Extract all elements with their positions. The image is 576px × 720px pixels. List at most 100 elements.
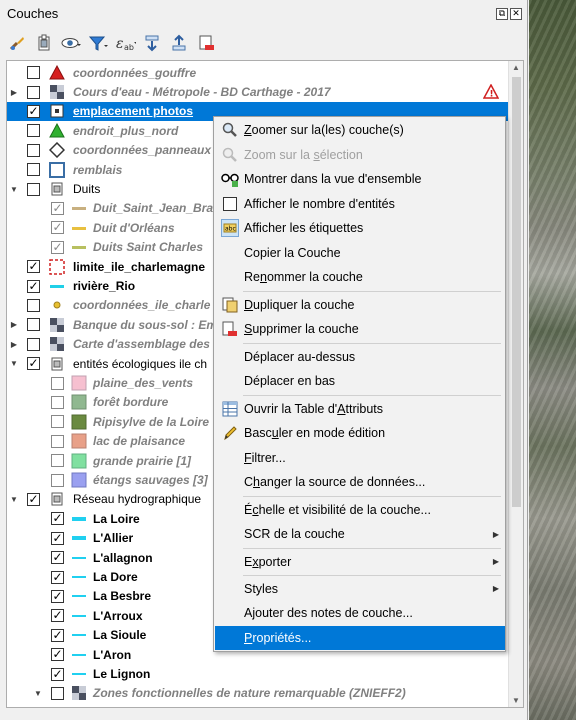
layer-checkbox[interactable] bbox=[51, 686, 64, 700]
layer-checkbox[interactable]: ✓ bbox=[51, 609, 64, 623]
line-cyan-icon bbox=[71, 647, 87, 663]
menu-scale-visibility[interactable]: Échelle et visibilité de la couche... bbox=[215, 498, 505, 523]
collapse-arrow-icon[interactable]: ▼ bbox=[9, 185, 19, 194]
menu-filter[interactable]: Filtrer... bbox=[215, 446, 505, 471]
menu-rename-layer[interactable]: Renommer la couche bbox=[215, 265, 505, 290]
menu-export[interactable]: Exporter ▶ bbox=[215, 550, 505, 575]
menu-open-attribute-table[interactable]: Ouvrir la Table d'Attributs bbox=[215, 397, 505, 422]
layer-checkbox[interactable] bbox=[27, 318, 40, 332]
add-group-icon[interactable] bbox=[33, 32, 55, 54]
layer-row[interactable]: coordonnées_gouffre bbox=[7, 63, 509, 82]
layer-checkbox[interactable]: ✓ bbox=[27, 492, 40, 506]
close-panel-icon[interactable]: ✕ bbox=[510, 8, 522, 20]
filter-expression-icon[interactable]: ε ab bbox=[114, 32, 136, 54]
layer-checkbox[interactable]: ✓ bbox=[51, 551, 64, 565]
menu-layer-crs[interactable]: SCR de la couche ▶ bbox=[215, 522, 505, 547]
menu-zoom-to-layer[interactable]: Zoomer sur la(les) couche(s) bbox=[215, 118, 505, 143]
menu-change-data-source[interactable]: Changer la source de données... bbox=[215, 470, 505, 495]
layer-checkbox[interactable]: ✓ bbox=[51, 667, 64, 681]
menu-copy-layer[interactable]: Copier la Couche bbox=[215, 241, 505, 266]
layer-checkbox[interactable]: ✓ bbox=[51, 221, 64, 235]
layer-checkbox[interactable] bbox=[27, 298, 40, 312]
layer-checkbox[interactable]: ✓ bbox=[51, 201, 64, 215]
menu-styles[interactable]: Styles ▶ bbox=[215, 577, 505, 602]
line-olive-icon bbox=[71, 239, 87, 255]
group-label: Duits bbox=[73, 182, 101, 197]
expand-arrow-icon[interactable]: ▶ bbox=[9, 340, 19, 349]
overview-glasses-icon bbox=[221, 170, 239, 188]
layer-checkbox[interactable]: ✓ bbox=[51, 240, 64, 254]
collapse-arrow-icon[interactable]: ▼ bbox=[33, 689, 43, 698]
layer-checkbox[interactable]: ✓ bbox=[27, 104, 40, 118]
layer-checkbox[interactable] bbox=[27, 337, 40, 351]
layer-checkbox[interactable] bbox=[51, 376, 64, 390]
attribute-table-icon bbox=[221, 400, 239, 418]
point-layer-icon bbox=[49, 103, 65, 119]
layer-row[interactable]: ▼ Zones fonctionnelles de nature remarqu… bbox=[7, 684, 509, 703]
collapse-all-icon[interactable] bbox=[168, 32, 190, 54]
layer-checkbox[interactable] bbox=[51, 434, 64, 448]
layer-checkbox[interactable] bbox=[51, 473, 64, 487]
menu-show-feature-count[interactable]: Afficher le nombre d'entités bbox=[215, 192, 505, 217]
layer-checkbox[interactable] bbox=[27, 143, 40, 157]
layer-checkbox[interactable]: ✓ bbox=[27, 260, 40, 274]
remove-layer-icon[interactable] bbox=[195, 32, 217, 54]
menu-move-up[interactable]: Déplacer au-dessus bbox=[215, 345, 505, 370]
menu-properties[interactable]: Propriétés... bbox=[215, 625, 505, 650]
layer-checkbox[interactable]: ✓ bbox=[51, 648, 64, 662]
expand-arrow-icon[interactable]: ▶ bbox=[9, 88, 19, 97]
warning-icon[interactable]: ! bbox=[483, 84, 499, 100]
style-manager-icon[interactable] bbox=[6, 32, 28, 54]
float-panel-icon[interactable]: ⧉ bbox=[496, 8, 508, 20]
line-cyan-icon bbox=[49, 278, 65, 294]
layer-label: rivière_Rio bbox=[73, 279, 136, 294]
layer-checkbox[interactable]: ✓ bbox=[51, 512, 64, 526]
scroll-down-icon[interactable]: ▼ bbox=[512, 696, 520, 705]
layer-checkbox[interactable] bbox=[27, 66, 40, 80]
menu-add-layer-notes[interactable]: Ajouter des notes de couche... bbox=[215, 601, 505, 626]
menu-move-down[interactable]: Déplacer en bas bbox=[215, 369, 505, 394]
pencil-icon bbox=[221, 424, 239, 442]
layer-row[interactable]: ▶ Cours d'eau - Métropole - BD Carthage … bbox=[7, 82, 509, 101]
menu-zoom-to-selection[interactable]: Zoom sur la sélection bbox=[215, 143, 505, 168]
menu-remove-layer[interactable]: Supprimer la couche bbox=[215, 317, 505, 342]
menu-duplicate-layer[interactable]: Dupliquer la couche bbox=[215, 293, 505, 318]
layer-label: remblais bbox=[73, 162, 123, 177]
layer-checkbox[interactable]: ✓ bbox=[27, 279, 40, 293]
menu-toggle-editing[interactable]: Basculer en mode édition bbox=[215, 421, 505, 446]
layer-label: Carte d'assemblage des bbox=[73, 337, 210, 352]
menu-show-in-overview[interactable]: Montrer dans la vue d'ensemble bbox=[215, 167, 505, 192]
submenu-arrow-icon: ▶ bbox=[492, 557, 499, 567]
map-canvas[interactable] bbox=[529, 0, 576, 720]
scroll-thumb[interactable] bbox=[512, 77, 521, 507]
layer-checkbox[interactable] bbox=[27, 163, 40, 177]
expand-all-icon[interactable] bbox=[141, 32, 163, 54]
layer-checkbox[interactable] bbox=[27, 182, 40, 196]
menu-label: Ouvrir la Table d'Attributs bbox=[244, 401, 384, 416]
layer-checkbox[interactable] bbox=[27, 124, 40, 138]
collapse-arrow-icon[interactable]: ▼ bbox=[9, 495, 19, 504]
layer-label: L'allagnon bbox=[93, 550, 153, 565]
layer-row[interactable]: ✓ Le Lignon bbox=[7, 664, 509, 683]
menu-show-labels[interactable]: abc Afficher les étiquettes bbox=[215, 216, 505, 241]
layer-checkbox[interactable]: ✓ bbox=[51, 628, 64, 642]
layer-label: L'Arroux bbox=[93, 608, 143, 623]
submenu-arrow-icon: ▶ bbox=[492, 584, 499, 594]
expand-arrow-icon[interactable]: ▶ bbox=[9, 320, 19, 329]
layer-label: coordonnées_gouffre bbox=[73, 65, 197, 80]
collapse-arrow-icon[interactable]: ▼ bbox=[9, 359, 19, 368]
layer-checkbox[interactable] bbox=[51, 415, 64, 429]
layer-checkbox[interactable] bbox=[27, 85, 40, 99]
layer-checkbox[interactable]: ✓ bbox=[27, 357, 40, 371]
layer-label: La Loire bbox=[93, 511, 140, 526]
layer-label: emplacement photos bbox=[73, 104, 194, 119]
layer-checkbox[interactable] bbox=[51, 454, 64, 468]
layer-checkbox[interactable]: ✓ bbox=[51, 531, 64, 545]
vertical-scrollbar[interactable]: ▲ ▼ bbox=[508, 61, 523, 707]
layer-checkbox[interactable]: ✓ bbox=[51, 570, 64, 584]
layer-checkbox[interactable]: ✓ bbox=[51, 589, 64, 603]
layer-checkbox[interactable] bbox=[51, 395, 64, 409]
visibility-icon[interactable] bbox=[60, 32, 82, 54]
scroll-up-icon[interactable]: ▲ bbox=[512, 63, 520, 72]
filter-legend-icon[interactable] bbox=[87, 32, 109, 54]
